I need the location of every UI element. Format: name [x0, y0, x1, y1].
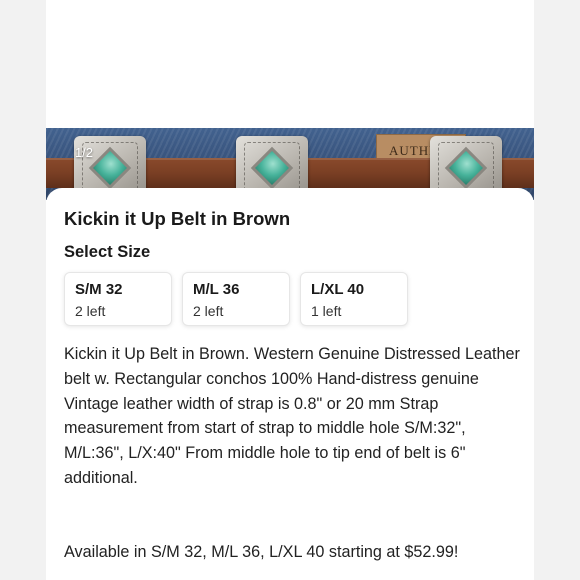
- product-card: Kickin it Up Belt in Brown Select Size S…: [46, 188, 534, 580]
- size-option-sm-32[interactable]: S/M 32 2 left: [64, 272, 172, 326]
- size-option-lxl-40[interactable]: L/XL 40 1 left: [300, 272, 408, 326]
- turquoise-stone-icon: [449, 151, 483, 185]
- size-label: L/XL 40: [311, 281, 365, 298]
- photo-counter: 1/2: [74, 145, 94, 160]
- size-label: M/L 36: [193, 281, 240, 298]
- turquoise-stone-icon: [255, 151, 289, 185]
- size-stock: 2 left: [75, 303, 106, 319]
- product-title: Kickin it Up Belt in Brown: [64, 208, 291, 229]
- availability-text: Available in S/M 32, M/L 36, L/XL 40 sta…: [64, 543, 459, 561]
- size-option-ml-36[interactable]: M/L 36 2 left: [182, 272, 290, 326]
- size-label: S/M 32: [75, 281, 123, 298]
- size-options: S/M 32 2 left M/L 36 2 left L/XL 40 1 le…: [64, 272, 408, 326]
- product-page: AUTHE 1/2 Kickin it Up Belt in Brown Sel…: [46, 0, 534, 580]
- product-description: Kickin it Up Belt in Brown. Western Genu…: [64, 345, 520, 487]
- size-heading: Select Size: [64, 243, 151, 261]
- size-stock: 1 left: [311, 303, 342, 319]
- size-stock: 2 left: [193, 303, 224, 319]
